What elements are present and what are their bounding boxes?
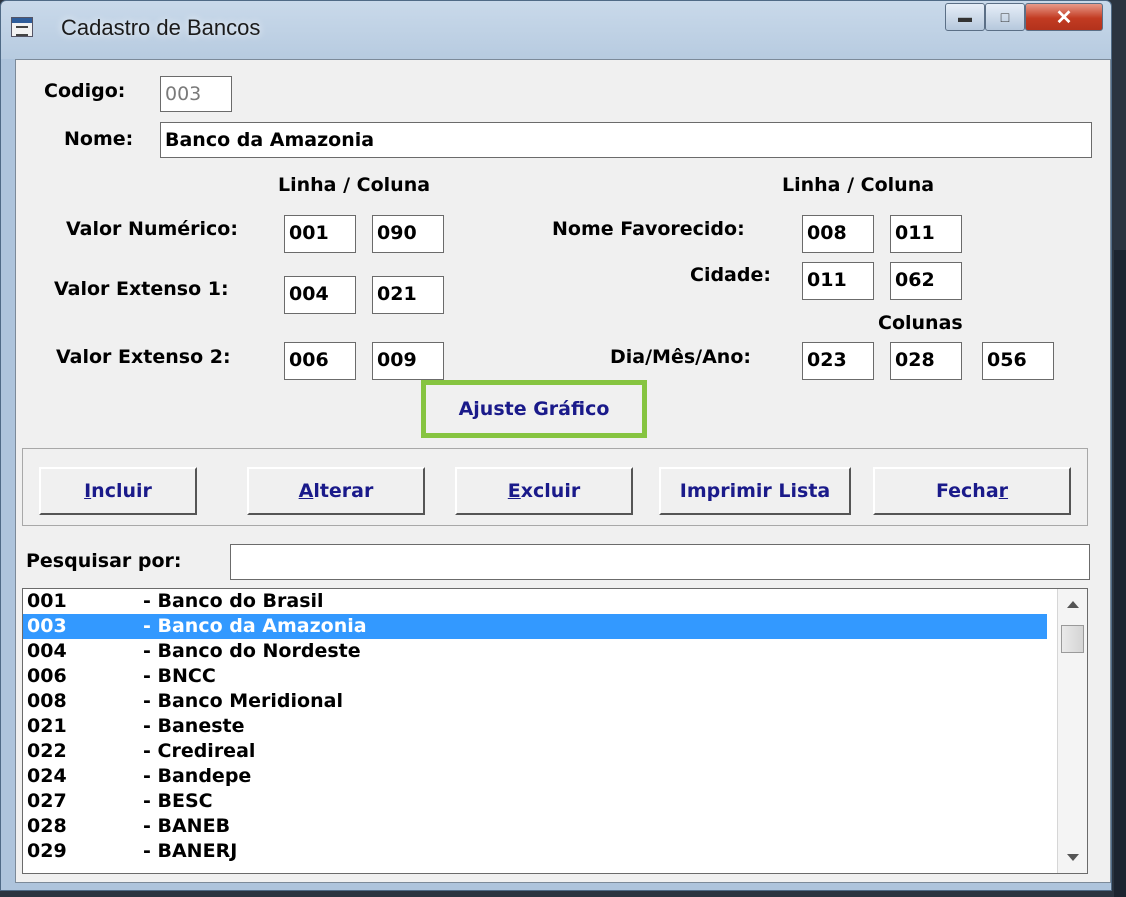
imprimir-lista-button[interactable]: Imprimir Lista [659, 467, 851, 515]
incluir-label: ncluir [91, 480, 152, 502]
valor-numerico-linha-field[interactable]: 001 [284, 215, 356, 253]
list-item-name: - BESC [143, 790, 213, 812]
fechar-mnemonic: r [998, 480, 1009, 502]
scroll-down-icon[interactable] [1067, 854, 1079, 861]
caption-buttons: ▬ □ ✕ [945, 3, 1103, 31]
minimize-icon: ▬ [958, 9, 972, 25]
list-item[interactable]: 028 - BANEB [23, 814, 1047, 839]
fechar-label: Fecha [935, 480, 999, 502]
excluir-label: xcluir [520, 480, 581, 502]
list-item-name: - BANEB [143, 815, 231, 837]
cadastro-bancos-window: Cadastro de Bancos ▬ □ ✕ Codigo: 003 Nom… [0, 0, 1112, 891]
dia-mes-ano-label: Dia/Mês/Ano: [610, 346, 751, 368]
list-item[interactable]: 006 - BNCC [23, 664, 1047, 689]
title-bar[interactable]: Cadastro de Bancos ▬ □ ✕ [1, 1, 1111, 59]
list-item-code: 021 [27, 715, 67, 737]
app-window-icon[interactable] [11, 17, 33, 37]
cidade-label: Cidade: [690, 264, 771, 286]
list-item-code: 004 [27, 640, 67, 662]
nome-favorecido-coluna-field[interactable]: 011 [890, 215, 962, 253]
maximize-button[interactable]: □ [985, 3, 1025, 31]
form-client-area: Codigo: 003 Nome: Banco da Amazonia Linh… [15, 59, 1111, 883]
nome-label: Nome: [64, 128, 134, 150]
list-item-code: 027 [27, 790, 67, 812]
list-item[interactable]: 003 - Banco da Amazonia [23, 614, 1047, 639]
linha-coluna-header-left: Linha / Coluna [278, 174, 431, 196]
action-button-bar: Incluir Alterar Excluir Imprimir Lista F… [22, 448, 1088, 526]
list-scrollbar[interactable] [1057, 589, 1087, 873]
colunas-label: Colunas [878, 312, 963, 334]
list-item[interactable]: 024 - Bandepe [23, 764, 1047, 789]
valor-extenso-1-label: Valor Extenso 1: [54, 278, 229, 300]
alterar-label: lterar [313, 480, 374, 502]
incluir-button[interactable]: Incluir [39, 467, 197, 515]
list-item-code: 024 [27, 765, 67, 787]
list-item[interactable]: 021 - Baneste [23, 714, 1047, 739]
scroll-thumb[interactable] [1061, 625, 1084, 653]
close-button[interactable]: ✕ [1025, 3, 1103, 31]
bancos-list-rows: 001 - Banco do Brasil 003 - Banco da Amazon… [23, 589, 1087, 864]
list-item-name: - Banco do Brasil [143, 590, 324, 612]
list-item-code: 001 [27, 590, 67, 612]
scroll-up-icon[interactable] [1067, 601, 1079, 608]
codigo-field[interactable]: 003 [160, 76, 232, 112]
pesquisar-label: Pesquisar por: [26, 550, 182, 572]
list-item-name: - BANERJ [143, 840, 238, 862]
list-item[interactable]: 008 - Banco Meridional [23, 689, 1047, 714]
list-item-code: 003 [27, 615, 67, 637]
maximize-icon: □ [1000, 9, 1010, 25]
list-item[interactable]: 027 - BESC [23, 789, 1047, 814]
list-item-name: - Banco Meridional [143, 690, 343, 712]
minimize-button[interactable]: ▬ [945, 3, 985, 31]
cidade-coluna-field[interactable]: 062 [890, 262, 962, 300]
window-title: Cadastro de Bancos [61, 15, 261, 40]
valor-extenso-1-linha-field[interactable]: 004 [284, 276, 356, 314]
list-item-name: - Baneste [143, 715, 245, 737]
ajuste-grafico-label: Ajuste Gráfico [458, 398, 610, 420]
list-item-name: - Credireal [143, 740, 256, 762]
desktop-background [1114, 250, 1126, 897]
nome-favorecido-label: Nome Favorecido: [552, 218, 745, 240]
list-item-name: - Banco do Nordeste [143, 640, 361, 662]
pesquisar-input[interactable] [230, 544, 1090, 580]
list-item[interactable]: 022 - Credireal [23, 739, 1047, 764]
list-item-name: - Banco da Amazonia [143, 615, 367, 637]
valor-extenso-1-coluna-field[interactable]: 021 [372, 276, 444, 314]
linha-coluna-header-right: Linha / Coluna [782, 174, 935, 196]
imprimir-lista-label: Imprimir Lista [679, 480, 831, 502]
list-item-name: - BNCC [143, 665, 216, 687]
fechar-button[interactable]: Fecha r [873, 467, 1071, 515]
incluir-mnemonic: I [84, 480, 92, 502]
ano-column-field[interactable]: 056 [982, 342, 1054, 380]
valor-numerico-coluna-field[interactable]: 090 [372, 215, 444, 253]
dia-column-field[interactable]: 023 [802, 342, 874, 380]
excluir-mnemonic: E [507, 480, 521, 502]
alterar-mnemonic: A [298, 480, 314, 502]
valor-extenso-2-label: Valor Extenso 2: [56, 346, 231, 368]
codigo-label: Codigo: [44, 80, 126, 102]
list-item-name: - Bandepe [143, 765, 252, 787]
ajuste-grafico-button[interactable]: Ajuste Gráfico [421, 380, 647, 438]
valor-extenso-2-linha-field[interactable]: 006 [284, 342, 356, 380]
list-item-code: 028 [27, 815, 67, 837]
list-item[interactable]: 001 - Banco do Brasil [23, 589, 1047, 614]
nome-field[interactable]: Banco da Amazonia [160, 122, 1092, 158]
bancos-listbox[interactable]: 001 - Banco do Brasil 003 - Banco da Amazon… [22, 588, 1088, 874]
excluir-button[interactable]: Excluir [455, 467, 633, 515]
alterar-button[interactable]: Alterar [247, 467, 425, 515]
cidade-linha-field[interactable]: 011 [802, 262, 874, 300]
mes-column-field[interactable]: 028 [890, 342, 962, 380]
list-item[interactable]: 004 - Banco do Nordeste [23, 639, 1047, 664]
list-item-code: 006 [27, 665, 67, 687]
valor-extenso-2-coluna-field[interactable]: 009 [372, 342, 444, 380]
list-item[interactable]: 029 - BANERJ [23, 839, 1047, 864]
list-item-code: 008 [27, 690, 67, 712]
valor-numerico-label: Valor Numérico: [66, 218, 238, 240]
close-icon: ✕ [1055, 6, 1073, 29]
list-item-code: 022 [27, 740, 67, 762]
list-item-code: 029 [27, 840, 67, 862]
nome-favorecido-linha-field[interactable]: 008 [802, 215, 874, 253]
